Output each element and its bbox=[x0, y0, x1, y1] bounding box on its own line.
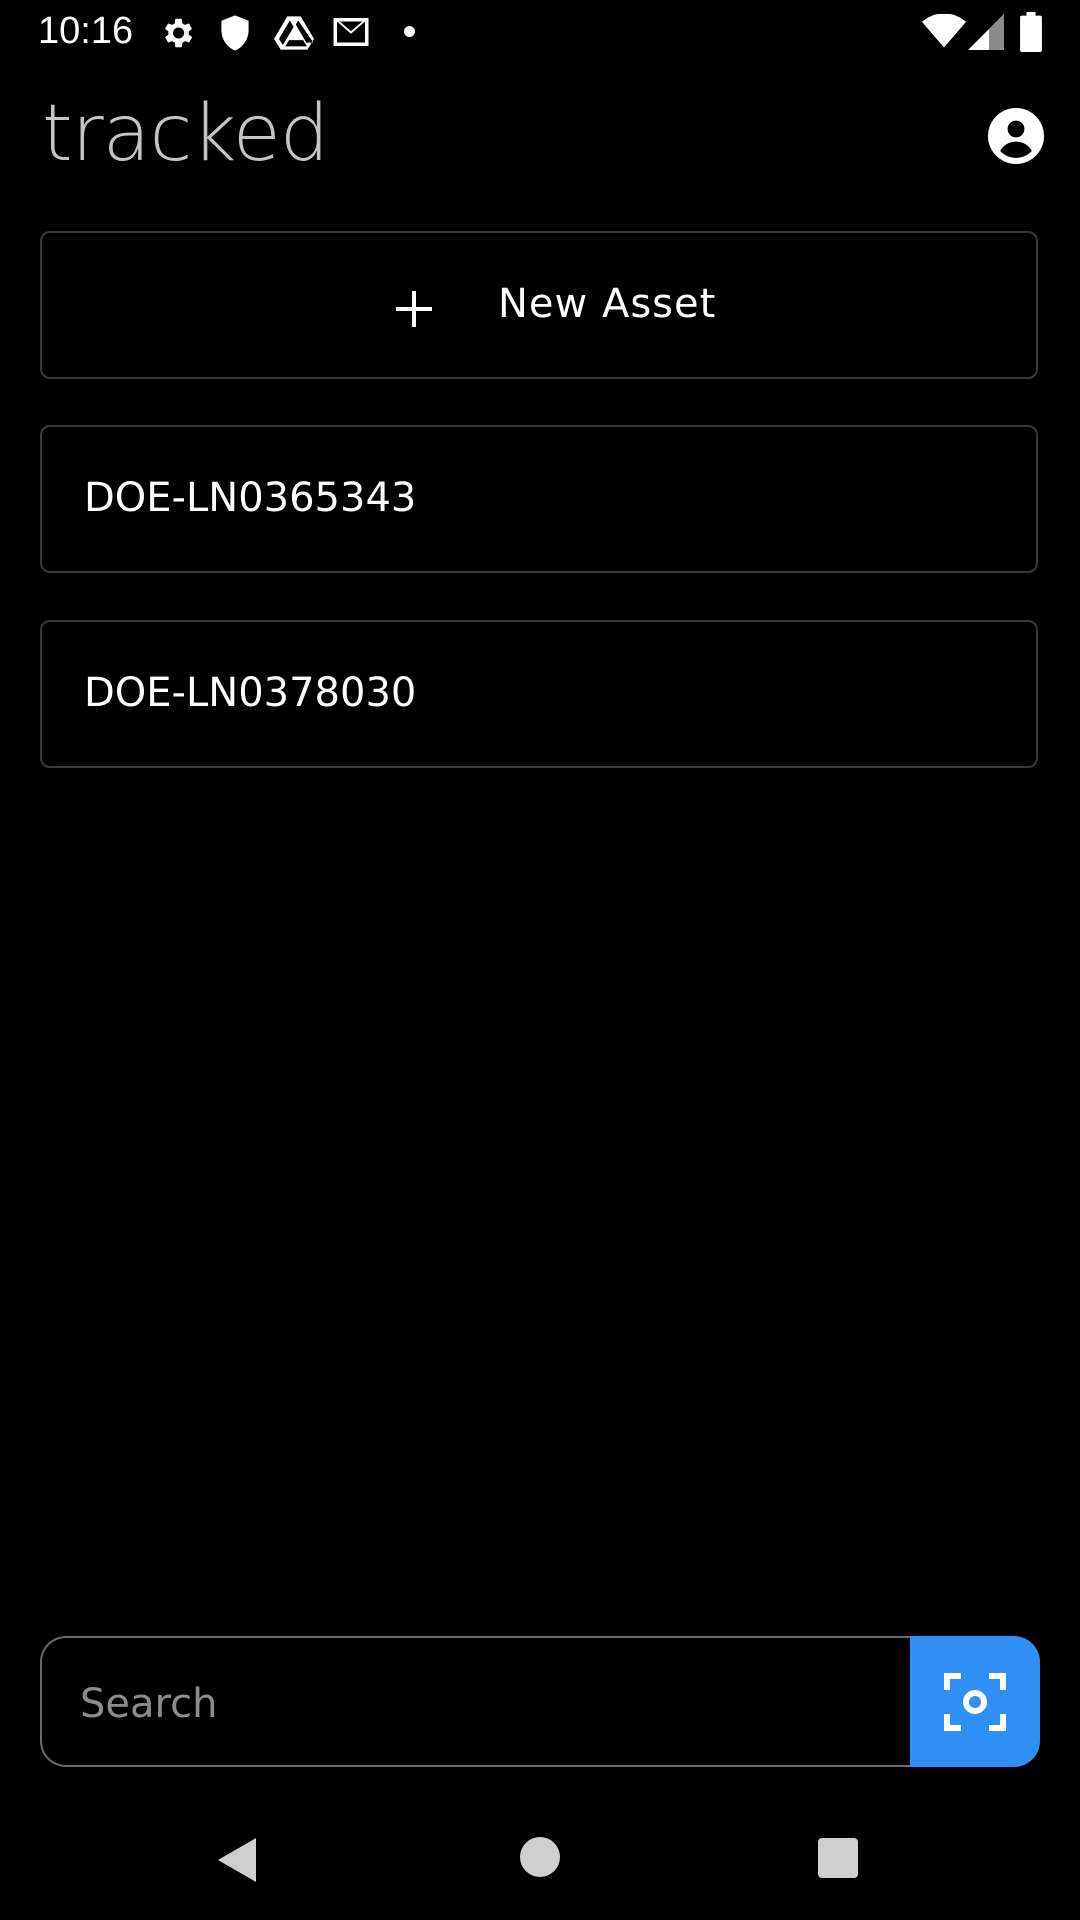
plus-icon bbox=[396, 291, 432, 327]
scan-button[interactable] bbox=[910, 1636, 1040, 1767]
profile-button[interactable] bbox=[988, 108, 1044, 164]
account-circle-icon bbox=[988, 108, 1044, 164]
wifi-icon bbox=[922, 14, 966, 48]
dot-icon bbox=[404, 26, 415, 37]
recents-icon[interactable] bbox=[818, 1838, 858, 1878]
battery-icon bbox=[1020, 12, 1042, 52]
status-time: 10:16 bbox=[38, 10, 134, 52]
home-icon[interactable] bbox=[520, 1837, 560, 1877]
signal-icon bbox=[968, 14, 1004, 50]
new-asset-button[interactable]: New Asset bbox=[40, 231, 1038, 379]
status-bar: 10:16 bbox=[0, 0, 1080, 62]
shield-icon bbox=[221, 15, 249, 51]
asset-label: DOE-LN0378030 bbox=[84, 670, 417, 716]
gmail-icon bbox=[333, 18, 369, 46]
new-asset-label: New Asset bbox=[498, 281, 717, 327]
back-icon[interactable] bbox=[216, 1836, 258, 1884]
gear-icon bbox=[164, 18, 193, 48]
search-field-wrapper bbox=[40, 1636, 912, 1767]
app-title: tracked bbox=[42, 89, 329, 179]
search-input[interactable] bbox=[78, 1668, 882, 1740]
nav-bar bbox=[0, 1800, 1080, 1920]
asset-label: DOE-LN0365343 bbox=[84, 475, 417, 521]
asset-list-item[interactable]: DOE-LN0378030 bbox=[40, 620, 1038, 768]
search-bar bbox=[40, 1636, 1040, 1767]
asset-list-item[interactable]: DOE-LN0365343 bbox=[40, 425, 1038, 573]
drive-icon bbox=[274, 16, 314, 50]
scan-icon bbox=[944, 1673, 1006, 1731]
